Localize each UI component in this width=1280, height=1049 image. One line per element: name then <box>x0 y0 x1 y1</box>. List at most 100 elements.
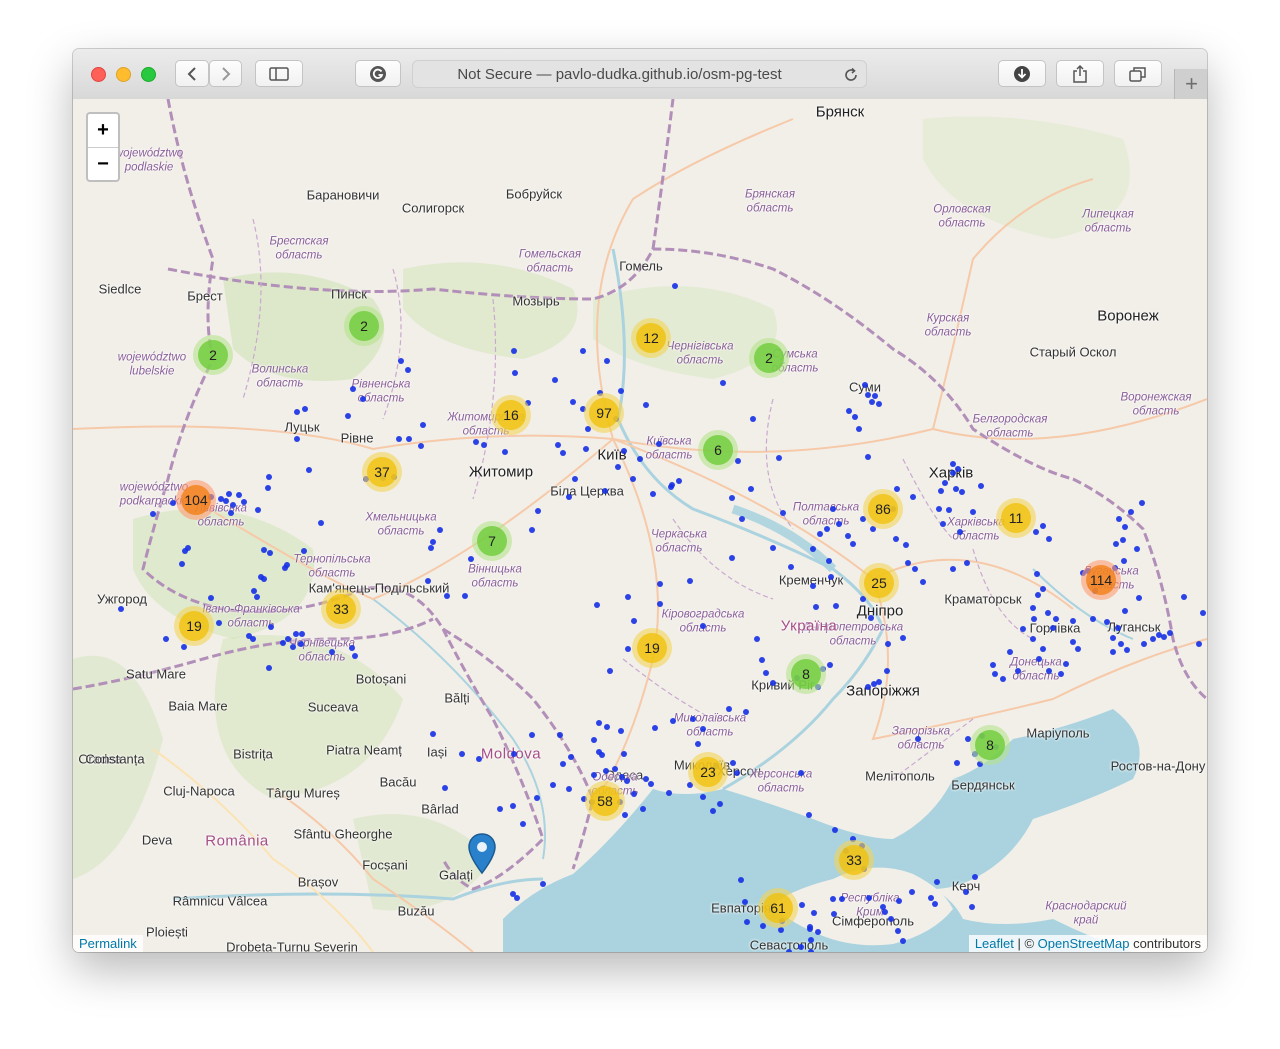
map-point-marker[interactable] <box>1110 649 1116 655</box>
location-marker-icon[interactable] <box>468 833 496 890</box>
map-point-marker[interactable] <box>865 454 871 460</box>
marker-cluster[interactable]: 97 <box>584 393 624 433</box>
map-point-marker[interactable] <box>884 668 890 674</box>
map-point-marker[interactable] <box>788 564 794 570</box>
map-point-marker[interactable] <box>865 684 871 690</box>
map-point-marker[interactable] <box>299 631 305 637</box>
map-point-marker[interactable] <box>1058 671 1064 677</box>
map-point-marker[interactable] <box>529 527 535 533</box>
map-point-marker[interactable] <box>1046 668 1052 674</box>
map-point-marker[interactable] <box>738 877 744 883</box>
map-point-marker[interactable] <box>594 602 600 608</box>
map-point-marker[interactable] <box>750 416 756 422</box>
map-point-marker[interactable] <box>228 510 234 516</box>
map-point-marker[interactable] <box>717 801 723 807</box>
marker-cluster[interactable]: 8 <box>970 725 1010 765</box>
map-point-marker[interactable] <box>850 541 856 547</box>
map-point-marker[interactable] <box>759 657 765 663</box>
map-point-marker[interactable] <box>444 593 450 599</box>
map-point-marker[interactable] <box>591 737 597 743</box>
map-point-marker[interactable] <box>534 795 540 801</box>
map-point-marker[interactable] <box>720 380 726 386</box>
map-point-marker[interactable] <box>625 646 631 652</box>
grammarly-button[interactable] <box>355 60 401 87</box>
map-point-marker[interactable] <box>828 574 834 580</box>
map-point-marker[interactable] <box>910 494 916 500</box>
map-point-marker[interactable] <box>298 641 304 647</box>
map-point-marker[interactable] <box>896 898 902 904</box>
map-point-marker[interactable] <box>669 482 675 488</box>
map-point-marker[interactable] <box>570 399 576 405</box>
map-point-marker[interactable] <box>514 895 520 901</box>
map-point-marker[interactable] <box>1075 646 1081 652</box>
map-point-marker[interactable] <box>550 782 556 788</box>
back-button[interactable] <box>175 60 209 87</box>
map-point-marker[interactable] <box>226 491 232 497</box>
map-point-marker[interactable] <box>672 283 678 289</box>
marker-cluster[interactable]: 104 <box>176 480 216 520</box>
map-point-marker[interactable] <box>1050 625 1056 631</box>
map-point-marker[interactable] <box>670 718 676 724</box>
marker-cluster[interactable]: 11 <box>996 498 1036 538</box>
map-point-marker[interactable] <box>181 644 187 650</box>
map-point-marker[interactable] <box>739 516 745 522</box>
map-point-marker[interactable] <box>865 392 871 398</box>
map-point-marker[interactable] <box>934 879 940 885</box>
reload-icon[interactable] <box>842 66 860 89</box>
map-point-marker[interactable] <box>560 450 566 456</box>
map-point-marker[interactable] <box>1007 649 1013 655</box>
map-point-marker[interactable] <box>557 732 563 738</box>
osm-link[interactable]: OpenStreetMap <box>1038 936 1130 951</box>
map-point-marker[interactable] <box>179 561 185 567</box>
map-point-marker[interactable] <box>255 507 261 513</box>
map-point-marker[interactable] <box>529 732 535 738</box>
map-point-marker[interactable] <box>700 794 706 800</box>
map-point-marker[interactable] <box>580 348 586 354</box>
map-point-marker[interactable] <box>817 531 823 537</box>
map-point-marker[interactable] <box>990 662 996 668</box>
map-point-marker[interactable] <box>1046 536 1052 542</box>
map-point-marker[interactable] <box>1113 541 1119 547</box>
map-point-marker[interactable] <box>266 474 272 480</box>
map-point-marker[interactable] <box>230 502 236 508</box>
map-point-marker[interactable] <box>1150 636 1156 642</box>
map-point-marker[interactable] <box>964 560 970 566</box>
map-point-marker[interactable] <box>349 645 355 651</box>
map-point-marker[interactable] <box>1045 610 1051 616</box>
map-point-marker[interactable] <box>798 944 804 950</box>
map-point-marker[interactable] <box>282 565 288 571</box>
map-point-marker[interactable] <box>643 402 649 408</box>
map-point-marker[interactable] <box>612 766 618 772</box>
map-point-marker[interactable] <box>266 665 272 671</box>
map-point-marker[interactable] <box>566 786 572 792</box>
map-point-marker[interactable] <box>396 436 402 442</box>
map-point-marker[interactable] <box>957 529 963 535</box>
map-point-marker[interactable] <box>912 566 918 572</box>
map-point-marker[interactable] <box>652 725 658 731</box>
map-point-marker[interactable] <box>604 724 610 730</box>
marker-cluster[interactable]: 37 <box>362 452 402 492</box>
map-point-marker[interactable] <box>1139 500 1145 506</box>
map-point-marker[interactable] <box>603 768 609 774</box>
map-point-marker[interactable] <box>700 726 706 732</box>
map-point-marker[interactable] <box>511 751 517 757</box>
map-point-marker[interactable] <box>352 653 358 659</box>
sidebar-button[interactable] <box>255 60 303 87</box>
map-point-marker[interactable] <box>630 476 636 482</box>
map-point-marker[interactable] <box>345 413 351 419</box>
map-point-marker[interactable] <box>622 812 628 818</box>
map-point-marker[interactable] <box>631 618 637 624</box>
map-point-marker[interactable] <box>118 606 124 612</box>
map-point-marker[interactable] <box>808 937 814 943</box>
map-point-marker[interactable] <box>824 526 830 532</box>
map-point-marker[interactable] <box>476 756 482 762</box>
map-point-marker[interactable] <box>618 728 624 734</box>
map-point-marker[interactable] <box>360 396 366 402</box>
map-point-marker[interactable] <box>905 560 911 566</box>
map-point-marker[interactable] <box>806 812 812 818</box>
map-point-marker[interactable] <box>729 555 735 561</box>
map-point-marker[interactable] <box>615 464 621 470</box>
zoom-window-button[interactable] <box>141 67 156 82</box>
map-point-marker[interactable] <box>810 583 816 589</box>
map-point-marker[interactable] <box>502 449 508 455</box>
